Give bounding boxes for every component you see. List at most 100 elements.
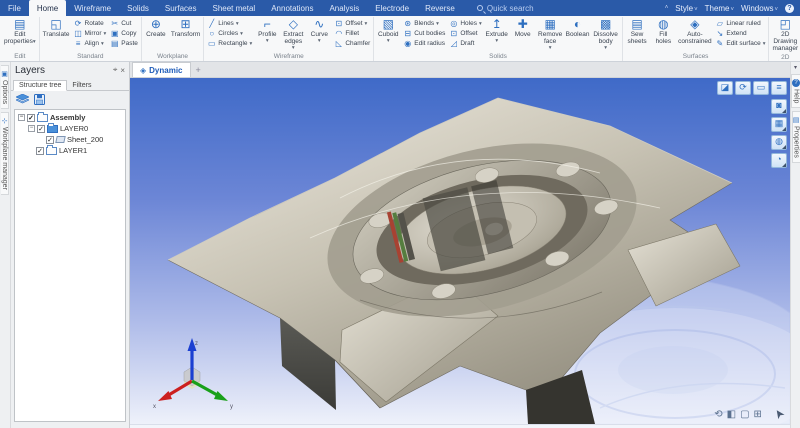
pin-icon[interactable]: ⌖ xyxy=(113,65,118,75)
viewport-canvas[interactable]: x y z xyxy=(130,78,790,424)
sheet-checkbox[interactable]: ✓ xyxy=(46,136,54,144)
multi-viewport-button[interactable]: ⊞ xyxy=(754,409,762,420)
windows-menu[interactable]: Windows˅ xyxy=(741,4,778,13)
remove-face-button[interactable]: ▦ Remove face▾ xyxy=(537,17,564,52)
tree-label-layer0: LAYER0 xyxy=(60,124,88,133)
sew-sheets-button[interactable]: ▤ Sew sheets xyxy=(625,17,650,46)
close-icon[interactable]: × xyxy=(120,66,125,75)
layers-list-button[interactable] xyxy=(16,93,29,105)
menu-tab-solids[interactable]: Solids xyxy=(119,0,157,16)
draft-button[interactable]: ◿Draft xyxy=(448,39,482,48)
style-menu[interactable]: Style˅ xyxy=(675,4,697,13)
iso-view-button[interactable]: ◪ xyxy=(717,81,733,95)
panel-collapse-caret-icon[interactable]: ▾ xyxy=(794,64,797,71)
menu-tab-sheet-metal[interactable]: Sheet metal xyxy=(205,0,264,16)
box-view-button[interactable]: ◧ xyxy=(727,409,736,420)
cut-button[interactable]: ✂Cut xyxy=(109,19,139,28)
rotate-button[interactable]: ⟳Rotate xyxy=(73,19,108,28)
new-tab-button[interactable]: + xyxy=(196,65,201,75)
document-tab-dynamic[interactable]: ◈ Dynamic xyxy=(132,62,191,77)
window-zoom-button[interactable]: ▭ xyxy=(753,81,769,95)
align-button[interactable]: ≡Align▾ xyxy=(73,39,108,48)
dissolve-body-button[interactable]: ▩ Dissolve body▾ xyxy=(592,17,620,52)
edit-radius-button[interactable]: ◉Edit radius xyxy=(402,39,446,48)
lines-button[interactable]: ╱Lines▾ xyxy=(206,19,253,28)
menu-tab-wireframe[interactable]: Wireframe xyxy=(66,0,119,16)
copy-button[interactable]: ▣Copy xyxy=(109,29,139,38)
edit-properties-button[interactable]: ▤ Edit properties▾ xyxy=(3,17,37,47)
translate-button[interactable]: ◱ Translate xyxy=(42,17,71,39)
tree-row-assembly[interactable]: − ✓ Assembly xyxy=(15,112,125,123)
layer0-checkbox[interactable]: ✓ xyxy=(37,125,45,133)
edit-surface-button[interactable]: ✎Edit surface▾ xyxy=(714,39,766,48)
workplane-transform-button[interactable]: ⊞ Transform xyxy=(170,17,201,39)
move-button[interactable]: ✚ Move xyxy=(511,17,535,39)
extract-edges-button[interactable]: ◇ Extract edges▾ xyxy=(281,17,305,52)
menu-tab-electrode[interactable]: Electrode xyxy=(367,0,417,16)
cuboid-button[interactable]: ▧ Cuboid▾ xyxy=(376,17,400,45)
workplane-manager-panel-tab[interactable]: ⊹ Workplane manager xyxy=(1,112,9,195)
view-menu-button[interactable]: ≡ xyxy=(771,81,787,95)
orbit-mode-button[interactable]: ◍ xyxy=(771,135,787,150)
rectangle-button[interactable]: ▭Rectangle▾ xyxy=(206,39,253,48)
options-panel-tab[interactable]: ▣ Options xyxy=(1,65,9,109)
view-toolbar-top: ◪ ⟳ ▭ ≡ xyxy=(717,81,787,95)
offset-button[interactable]: ⊡Offset▾ xyxy=(333,19,371,28)
menu-tab-home[interactable]: Home xyxy=(29,0,66,16)
fillet-button[interactable]: ◠Fillet xyxy=(333,29,371,38)
circles-button[interactable]: ○Circles▾ xyxy=(206,29,253,38)
profile-button[interactable]: ⌐ Profile▾ xyxy=(255,17,279,45)
tab-filters[interactable]: Filters xyxy=(67,81,96,90)
layers-panel: Layers ⌖ × Structure tree Filters − ✓ xyxy=(11,62,130,428)
mirror-button[interactable]: ◫Mirror▾ xyxy=(73,29,108,38)
tab-structure-tree[interactable]: Structure tree xyxy=(13,80,67,91)
menu-tab-surfaces[interactable]: Surfaces xyxy=(157,0,205,16)
chamfer-button[interactable]: ◺Chamfer xyxy=(333,39,371,48)
wireframe-view-button[interactable]: ▢ xyxy=(740,409,749,420)
curve-button[interactable]: ∿ Curve▾ xyxy=(307,17,331,45)
boolean-button[interactable]: ◐ Boolean xyxy=(566,17,590,39)
help-panel-tab[interactable]: ? Help xyxy=(791,74,800,108)
structure-tree: − ✓ Assembly − ✓ LAYER0 ✓ Sheet_200 xyxy=(14,109,126,422)
menu-tab-annotations[interactable]: Annotations xyxy=(263,0,321,16)
menu-tab-reverse[interactable]: Reverse xyxy=(417,0,463,16)
auto-constrained-button[interactable]: ◈ Auto-constrained xyxy=(677,17,712,46)
expand-toggle-icon[interactable]: − xyxy=(28,125,35,132)
document-tabbar: ◈ Dynamic + xyxy=(130,62,790,78)
rotate-view-button[interactable]: ⟳ xyxy=(735,81,751,95)
viewport[interactable]: x y z ◪ ⟳ ▭ ≡ ◙ ▦ ◍ ◔ xyxy=(130,78,790,424)
ribbon-collapse-icon[interactable]: ˄ xyxy=(665,5,669,11)
expand-toggle-icon[interactable]: − xyxy=(18,114,25,121)
save-layers-button[interactable] xyxy=(33,93,46,105)
solid-offset-button[interactable]: ⊡Offset xyxy=(448,29,482,38)
cut-bodies-button[interactable]: ⊟Cut bodies xyxy=(402,29,446,38)
holes-button[interactable]: ◎Holes▾ xyxy=(448,19,482,28)
theme-menu[interactable]: Theme˅ xyxy=(705,4,734,13)
paste-button[interactable]: ▤Paste xyxy=(109,39,139,48)
extrude-button[interactable]: ↥ Extrude▾ xyxy=(485,17,509,45)
dropdown-caret-icon: ▾ xyxy=(763,41,766,47)
quick-search-input[interactable]: Quick search xyxy=(477,0,534,16)
help-icon[interactable]: ? xyxy=(785,4,794,13)
2d-drawing-manager-button[interactable]: ◰ 2D Drawing manager xyxy=(771,17,799,53)
spin-mode-button[interactable]: ◔ xyxy=(771,153,787,168)
grid-snap-button[interactable]: ▦ xyxy=(771,117,787,132)
linear-ruled-button[interactable]: ▱Linear ruled xyxy=(714,19,766,28)
menu-tab-file[interactable]: File xyxy=(0,0,29,16)
properties-panel-tab[interactable]: ▤ Properties xyxy=(792,111,800,163)
group-label-standard: Standard xyxy=(42,52,139,61)
chamfer-icon: ◺ xyxy=(334,39,343,48)
orbit-tool-button[interactable]: ⟲ xyxy=(714,409,722,420)
extend-button[interactable]: ↘Extend xyxy=(714,29,766,38)
layer1-checkbox[interactable]: ✓ xyxy=(36,147,44,155)
tree-row-sheet-200[interactable]: ✓ Sheet_200 xyxy=(15,134,125,145)
fill-holes-button[interactable]: ◍ Fill holes xyxy=(651,17,675,46)
shaded-view-button[interactable]: ◙ xyxy=(771,99,787,114)
menu-tab-analysis[interactable]: Analysis xyxy=(321,0,367,16)
assembly-checkbox[interactable]: ✓ xyxy=(27,114,35,122)
tree-row-layer0[interactable]: − ✓ LAYER0 xyxy=(15,123,125,134)
tree-row-layer1[interactable]: ✓ LAYER1 xyxy=(15,145,125,156)
workplane-create-button[interactable]: ⊕ Create xyxy=(144,17,168,39)
workplane-create-icon: ⊕ xyxy=(151,18,161,31)
blends-button[interactable]: ⊛Blends▾ xyxy=(402,19,446,28)
